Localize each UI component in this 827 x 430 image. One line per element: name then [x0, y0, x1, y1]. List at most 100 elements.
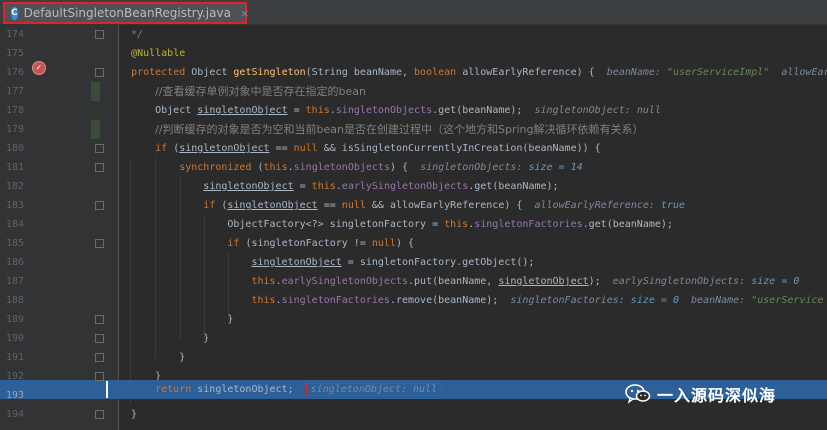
code-text: Object — [185, 67, 234, 78]
line-number: 194 — [5, 409, 24, 420]
line-number: 174 — [5, 29, 24, 40]
debug-inline-number: size = 0 — [630, 295, 679, 306]
debug-inline-value: singletonObjects: — [420, 162, 529, 173]
field: earlySingletonObjects — [341, 181, 469, 192]
code-line: Object singletonObject = this.singletonO… — [119, 101, 827, 120]
vcs-change-marker[interactable] — [91, 120, 100, 139]
vcs-change-marker[interactable] — [91, 82, 100, 101]
keyword: if — [203, 200, 216, 211]
code-line: ObjectFactory<?> singletonFactory = this… — [119, 215, 827, 234]
watermark: 一入源码深似海 — [625, 382, 776, 406]
fold-icon[interactable] — [95, 30, 104, 39]
line-number: 176 — [5, 67, 24, 78]
variable: singletonObject — [251, 257, 342, 268]
code-text: ) { — [389, 162, 409, 173]
breakpoint-icon[interactable]: ✓ — [32, 61, 46, 75]
code-text: == — [269, 143, 294, 154]
code-text: (String beanName, — [305, 67, 415, 78]
code-line: this.earlySingletonObjects.put(beanName,… — [119, 272, 827, 291]
keyword: null — [341, 200, 366, 211]
keyword: protected — [131, 67, 186, 78]
line-number: 192 — [5, 371, 24, 382]
line-number: 190 — [5, 333, 24, 344]
code-text: ( — [215, 200, 228, 211]
code-text: ( — [167, 143, 180, 154]
line-number: 177 — [5, 86, 24, 97]
line-number: 180 — [5, 143, 24, 154]
code-text: .get(beanName); — [432, 105, 523, 116]
debug-inline-value: allowEar — [781, 67, 827, 78]
line-number: 191 — [5, 352, 24, 363]
code-line: //查看缓存单例对象中是否存在指定的bean — [119, 82, 827, 101]
code-line: singletonObject = singletonFactory.getOb… — [119, 253, 827, 272]
line-number: 181 — [5, 162, 24, 173]
code-text: ( — [251, 162, 264, 173]
tab-defaultsingletonbeanregistry[interactable]: C DefaultSingletonBeanRegistry.java × — [3, 2, 249, 24]
fold-icon[interactable] — [95, 239, 104, 248]
comment-end: */ — [131, 29, 144, 40]
fold-icon[interactable] — [95, 68, 104, 77]
code-text: && allowEarlyReference) { — [365, 200, 523, 211]
variable: singletonObject — [203, 181, 294, 192]
keyword: this — [251, 276, 276, 287]
keyword: this — [263, 162, 288, 173]
debug-inline-number: size = 0 — [751, 276, 800, 287]
code-text: allowEarlyReference) { — [456, 67, 595, 78]
variable: singletonObject — [179, 143, 270, 154]
debug-inline-value: singletonFactories: — [510, 295, 631, 306]
code-text: (singletonFactory != — [239, 238, 372, 249]
line-number: 184 — [5, 219, 24, 230]
close-icon[interactable]: × — [240, 7, 249, 20]
closing-brace: } — [179, 352, 186, 363]
watermark-text: 一入源码深似海 — [657, 386, 777, 405]
variable: singletonObject — [197, 105, 288, 116]
line-number: 175 — [5, 48, 24, 59]
keyword: this — [305, 105, 330, 116]
fold-icon[interactable] — [95, 201, 104, 210]
code-line: protected Object getSingleton(String bea… — [119, 63, 827, 82]
code-text: .get(beanName); — [582, 219, 673, 230]
java-class-icon: C — [11, 6, 18, 20]
line-number-current: 193 — [5, 390, 24, 401]
code-text: = — [293, 181, 312, 192]
fold-icon[interactable] — [95, 315, 104, 324]
fold-icon[interactable] — [95, 334, 104, 343]
code-line: } — [119, 310, 827, 329]
field: earlySingletonObjects — [281, 276, 409, 287]
debug-inline-value: allowEarlyReference: — [534, 200, 661, 211]
line-number: 189 — [5, 314, 24, 325]
comment: //判断缓存的对象是否为空和当前bean是否在创建过程中（这个地方和Spring… — [155, 123, 644, 136]
comment: //查看缓存单例对象中是否存在指定的bean — [155, 85, 366, 98]
fold-icon[interactable] — [95, 163, 104, 172]
code-line: if (singletonObject == null && isSinglet… — [119, 139, 827, 158]
keyword: if — [227, 238, 240, 249]
debug-inline-bool: true — [660, 200, 686, 211]
debug-inline-value: beanName: — [606, 67, 667, 78]
editor-tab-bar: C DefaultSingletonBeanRegistry.java × — [0, 0, 827, 25]
code-line: singletonObject = this.earlySingletonObj… — [119, 177, 827, 196]
debug-inline-number: size = 14 — [528, 162, 583, 173]
fold-icon[interactable] — [95, 410, 104, 419]
wechat-icon — [625, 384, 651, 404]
keyword: null — [371, 238, 396, 249]
code-line: } — [119, 329, 827, 348]
line-number: 178 — [5, 105, 24, 116]
keyword: boolean — [414, 67, 457, 78]
annotation: @Nullable — [131, 48, 186, 59]
fold-icon[interactable] — [95, 372, 104, 381]
debug-inline-value-highlighted: singletonObject: null — [305, 383, 443, 396]
code-text: singletonObject; — [191, 384, 294, 395]
keyword: return — [155, 384, 192, 395]
line-number: 182 — [5, 181, 24, 192]
closing-brace: } — [131, 409, 138, 420]
line-number: 186 — [5, 257, 24, 268]
code-line: @Nullable — [119, 44, 827, 63]
code-text: ) { — [395, 238, 415, 249]
debug-inline-value: beanName: — [691, 295, 752, 306]
fold-icon[interactable] — [95, 144, 104, 153]
code-text: = singletonFactory.getObject(); — [341, 257, 535, 268]
debug-inline-string: "userServiceImpl" — [666, 67, 770, 78]
fold-icon[interactable] — [95, 353, 104, 362]
line-number: 187 — [5, 276, 24, 287]
code-text: && isSingletonCurrentlyInCreation(beanNa… — [317, 143, 601, 154]
